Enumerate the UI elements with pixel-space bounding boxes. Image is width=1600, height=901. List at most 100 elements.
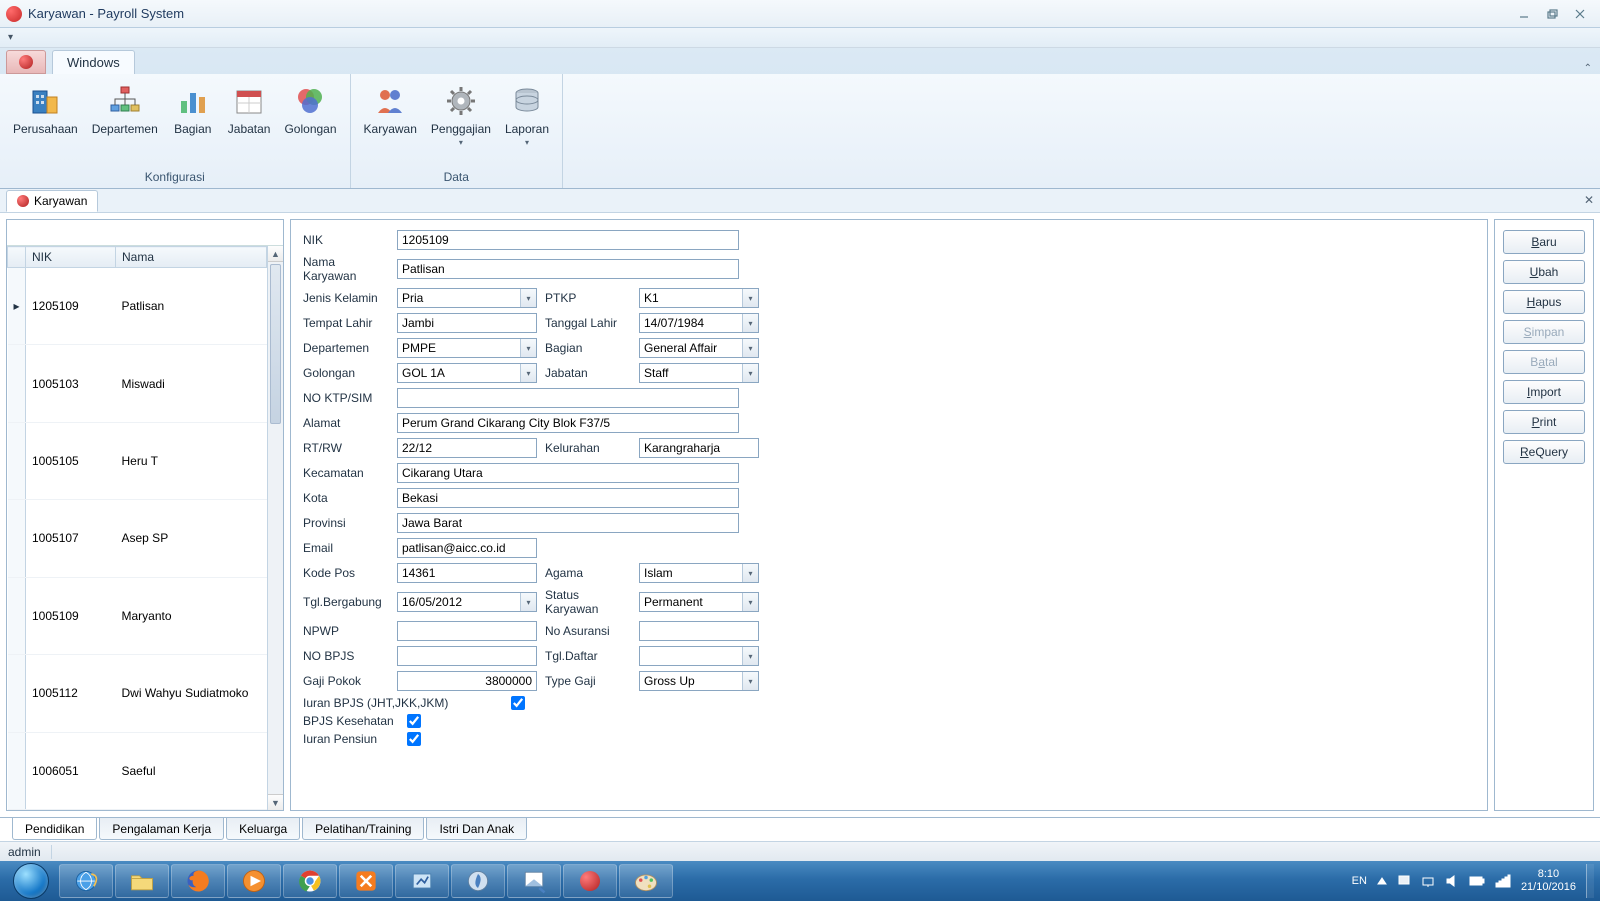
table-row[interactable]: 1005105Heru T: [8, 422, 267, 499]
check-iuran-bpjs[interactable]: [511, 696, 525, 710]
label-status: Status Karyawan: [545, 588, 631, 616]
start-button[interactable]: [4, 861, 58, 901]
restore-button[interactable]: [1538, 4, 1566, 24]
ubah-button[interactable]: Ubah: [1503, 260, 1585, 284]
field-nama[interactable]: [397, 259, 739, 279]
field-kodepos[interactable]: [397, 563, 537, 583]
ribbon-golongan[interactable]: Golongan: [277, 78, 343, 168]
table-row[interactable]: 1006051Saeful: [8, 732, 267, 809]
tab-pengalaman-kerja[interactable]: Pengalaman Kerja: [99, 818, 224, 840]
field-nobpjs[interactable]: [397, 646, 537, 666]
field-status[interactable]: Permanent▾: [639, 592, 759, 612]
app-menu-button[interactable]: [6, 50, 46, 74]
col-nama[interactable]: Nama: [116, 247, 267, 268]
print-button[interactable]: Print: [1503, 410, 1585, 434]
ribbon-perusahaan[interactable]: Perusahaan: [6, 78, 85, 168]
field-npwp[interactable]: [397, 621, 537, 641]
field-typegaji[interactable]: Gross Up▾: [639, 671, 759, 691]
field-rtrw[interactable]: [397, 438, 537, 458]
tray-flag-icon[interactable]: [1397, 874, 1411, 888]
field-golongan[interactable]: GOL 1A▾: [397, 363, 537, 383]
ribbon-departemen[interactable]: Departemen: [85, 78, 165, 168]
requery-button[interactable]: ReQuery: [1503, 440, 1585, 464]
taskbar-media-player[interactable]: [227, 864, 281, 898]
taskbar-chrome[interactable]: [283, 864, 337, 898]
field-agama[interactable]: Islam▾: [639, 563, 759, 583]
ribbon-bagian[interactable]: Bagian: [165, 78, 221, 168]
tray-volume-icon[interactable]: [1445, 874, 1459, 888]
tray-network-icon[interactable]: [1421, 874, 1435, 888]
taskbar-payroll[interactable]: [563, 864, 617, 898]
hapus-button[interactable]: Hapus: [1503, 290, 1585, 314]
field-gajipokok[interactable]: [397, 671, 537, 691]
import-button[interactable]: Import: [1503, 380, 1585, 404]
ribbon-jabatan[interactable]: Jabatan: [221, 78, 278, 168]
baru-button[interactable]: Baru: [1503, 230, 1585, 254]
show-desktop-button[interactable]: [1586, 864, 1594, 898]
field-departemen[interactable]: PMPE▾: [397, 338, 537, 358]
field-tempat-lahir[interactable]: [397, 313, 537, 333]
field-kelurahan[interactable]: [639, 438, 759, 458]
field-tglbergabung[interactable]: 16/05/2012▾: [397, 592, 537, 612]
field-alamat[interactable]: [397, 413, 739, 433]
taskbar-ie[interactable]: [59, 864, 113, 898]
employee-grid[interactable]: NIK Nama ▸1205109Patlisan1005103Miswadi1…: [7, 246, 267, 810]
field-asuransi[interactable]: [639, 621, 759, 641]
taskbar-app-2[interactable]: [451, 864, 505, 898]
ribbon-tab-windows[interactable]: Windows: [52, 50, 135, 74]
qat-customize-icon[interactable]: ▾: [8, 32, 13, 43]
table-row[interactable]: 1005103Miswadi: [8, 345, 267, 422]
field-nik[interactable]: [397, 230, 739, 250]
taskbar-paint[interactable]: [619, 864, 673, 898]
scroll-thumb[interactable]: [270, 264, 281, 424]
tab-keluarga[interactable]: Keluarga: [226, 818, 300, 840]
tray-clock[interactable]: 8:10 21/10/2016: [1521, 868, 1576, 893]
field-kecamatan[interactable]: [397, 463, 739, 483]
scroll-down-icon[interactable]: ▼: [268, 794, 283, 810]
tray-battery-icon[interactable]: [1469, 875, 1485, 887]
field-ktp[interactable]: [397, 388, 739, 408]
taskbar-firefox[interactable]: [171, 864, 225, 898]
minimize-button[interactable]: [1510, 4, 1538, 24]
taskbar-app-3[interactable]: [507, 864, 561, 898]
field-jenis-kelamin[interactable]: Pria▾: [397, 288, 537, 308]
ribbon-collapse-icon[interactable]: ⌃: [1576, 63, 1600, 74]
table-row[interactable]: ▸1205109Patlisan: [8, 268, 267, 345]
chevron-down-icon: ▾: [525, 138, 529, 147]
field-email[interactable]: [397, 538, 537, 558]
tray-language[interactable]: EN: [1352, 875, 1367, 887]
tray-show-hidden-icon[interactable]: [1377, 876, 1387, 886]
ribbon-karyawan[interactable]: Karyawan: [357, 78, 424, 168]
building-icon: [27, 83, 63, 119]
tab-istri-anak[interactable]: Istri Dan Anak: [426, 818, 527, 840]
ribbon-laporan[interactable]: Laporan ▾: [498, 78, 556, 168]
col-nik[interactable]: NIK: [26, 247, 116, 268]
tab-pendidikan[interactable]: Pendidikan: [12, 818, 97, 840]
check-bpjs-kesehatan[interactable]: [407, 714, 421, 728]
grid-scrollbar[interactable]: ▲ ▼: [267, 246, 283, 810]
check-iuran-pensiun[interactable]: [407, 732, 421, 746]
taskbar-xampp[interactable]: [339, 864, 393, 898]
label-jk: Jenis Kelamin: [303, 291, 389, 305]
field-ptkp[interactable]: K1▾: [639, 288, 759, 308]
field-jabatan[interactable]: Staff▾: [639, 363, 759, 383]
doc-tab-karyawan[interactable]: Karyawan: [6, 190, 98, 212]
table-row[interactable]: 1005109Maryanto: [8, 577, 267, 654]
taskbar-app-1[interactable]: [395, 864, 449, 898]
table-row[interactable]: 1005107Asep SP: [8, 500, 267, 577]
ribbon-penggajian[interactable]: Penggajian ▾: [424, 78, 498, 168]
doc-close-button[interactable]: ✕: [1584, 193, 1594, 207]
field-tanggal-lahir[interactable]: 14/07/1984▾: [639, 313, 759, 333]
label-nobpjs: NO BPJS: [303, 649, 389, 663]
taskbar-explorer[interactable]: [115, 864, 169, 898]
tray-wifi-icon[interactable]: [1495, 874, 1511, 888]
scroll-up-icon[interactable]: ▲: [268, 246, 283, 262]
tab-pelatihan[interactable]: Pelatihan/Training: [302, 818, 424, 840]
field-tgldaftar[interactable]: ▾: [639, 646, 759, 666]
field-bagian[interactable]: General Affair▾: [639, 338, 759, 358]
employee-search-input[interactable]: [7, 220, 283, 245]
close-button[interactable]: [1566, 4, 1594, 24]
field-kota[interactable]: [397, 488, 739, 508]
field-provinsi[interactable]: [397, 513, 739, 533]
table-row[interactable]: 1005112Dwi Wahyu Sudiatmoko: [8, 655, 267, 732]
